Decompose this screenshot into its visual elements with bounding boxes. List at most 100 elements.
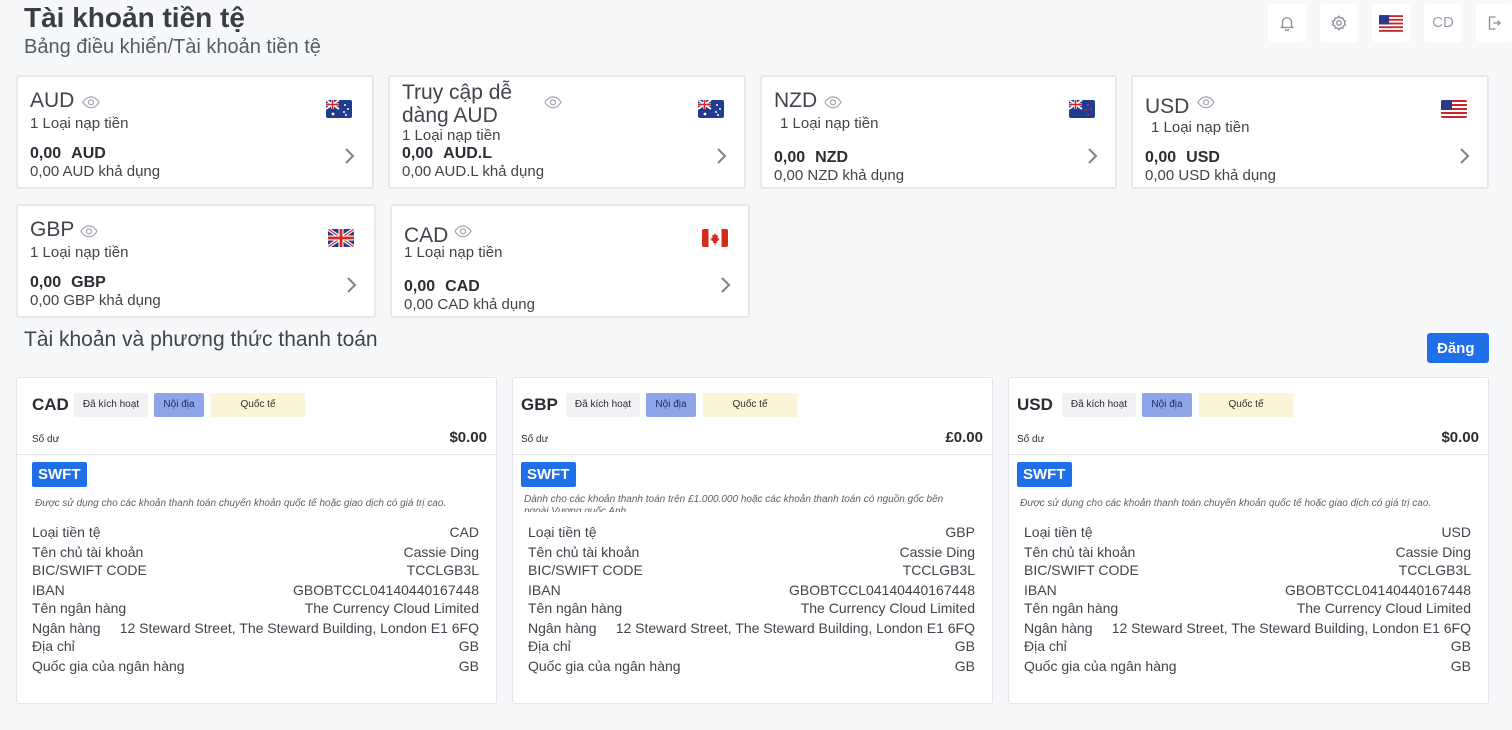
- detail-label: IBAN: [528, 582, 561, 598]
- available-balance: 0,00 USD khả dụng: [1145, 167, 1276, 184]
- top-toolbar: CD: [1268, 4, 1512, 42]
- payment-currency: USD: [1017, 395, 1053, 414]
- account-name: AUD: [30, 89, 75, 112]
- account-card-aud[interactable]: AUD 1 Loại nạp tiền 0,00 AUD 0,00 AUD khả dụ…: [16, 75, 374, 189]
- eye-icon[interactable]: [544, 96, 562, 110]
- tab-international[interactable]: Quốc tế: [1199, 393, 1293, 417]
- eye-icon[interactable]: [454, 225, 472, 239]
- detail-value: TCCLGB3L: [902, 562, 975, 578]
- swift-method-button[interactable]: SWFT: [32, 462, 87, 487]
- detail-value: Cassie Ding: [899, 544, 975, 560]
- tab-international[interactable]: Quốc tế: [703, 393, 797, 417]
- available-balance: 0,00 GBP khả dụng: [30, 292, 161, 309]
- chevron-right-icon[interactable]: [342, 147, 356, 165]
- detail-value: GB: [1450, 658, 1471, 674]
- payment-currency: GBP: [521, 395, 558, 414]
- gb-flag-icon: [328, 229, 354, 247]
- tab-international[interactable]: Quốc tế: [211, 393, 305, 417]
- tab-domestic[interactable]: Nội địa: [1142, 393, 1192, 417]
- breadcrumb[interactable]: Bảng điều khiển/Tài khoản tiền tệ: [24, 36, 321, 59]
- register-button[interactable]: Đăng: [1427, 333, 1489, 363]
- notifications-button[interactable]: [1268, 4, 1306, 42]
- chevron-right-icon[interactable]: [718, 276, 732, 294]
- account-card-aud-l[interactable]: Truy cập dễ dàng AUD 1 Loại nạp tiền 0,00 A…: [388, 75, 746, 189]
- page-title: Tài khoản tiền tệ: [24, 2, 245, 33]
- detail-row: Ngân hàng 12 Steward Street, The Steward …: [1024, 620, 1471, 638]
- chevron-right-icon[interactable]: [1457, 147, 1471, 165]
- payment-card-usd: USD Đã kích hoạt Nội địa Quốc tế Số dư $0.00 S…: [1008, 377, 1489, 704]
- detail-row: Loại tiền tệ GBP: [528, 524, 975, 542]
- detail-label: Tên ngân hàng: [1024, 600, 1119, 616]
- detail-value: 12 Steward Street, The Steward Building,…: [119, 620, 479, 636]
- swift-method-button[interactable]: SWFT: [521, 462, 576, 487]
- detail-row: IBAN GBOBTCCL04140440167448: [1024, 582, 1471, 600]
- detail-label: Tên chủ tài khoản: [528, 544, 640, 560]
- chevron-right-icon[interactable]: [714, 147, 728, 165]
- detail-label: Ngân hàng: [1024, 620, 1093, 636]
- account-balance: 0,00 GBP: [30, 274, 106, 292]
- available-balance: 0,00 AUD khả dụng: [30, 163, 161, 180]
- detail-row: IBAN GBOBTCCL04140440167448: [32, 582, 479, 600]
- detail-value: GB: [1450, 638, 1471, 654]
- avatar[interactable]: CD: [1424, 4, 1462, 42]
- balance-amount: 0,00: [30, 274, 62, 291]
- payment-card-gbp: GBP Đã kích hoạt Nội địa Quốc tế Số dư £0.00 S…: [512, 377, 993, 704]
- payment-card-cad: CAD Đã kích hoạt Nội địa Quốc tế Số dư $0.00 S…: [16, 377, 497, 704]
- detail-value: GB: [954, 638, 975, 654]
- balance-value: $0.00: [1441, 429, 1479, 446]
- detail-label: Tên chủ tài khoản: [32, 544, 144, 560]
- account-balance: 0,00 USD: [1145, 149, 1220, 167]
- logout-icon: [1488, 16, 1501, 30]
- balance-amount: 0,00: [402, 145, 434, 162]
- account-card-gbp[interactable]: GBP 1 Loại nạp tiền 0,00 GBP 0,00 GBP khả dụ…: [16, 204, 376, 318]
- swift-method-button[interactable]: SWFT: [1017, 462, 1072, 487]
- chevron-right-icon[interactable]: [344, 276, 358, 294]
- detail-row: Loại tiền tệ CAD: [32, 524, 479, 542]
- logout-button[interactable]: [1476, 4, 1512, 42]
- account-card-cad[interactable]: CAD 1 Loại nạp tiền 0,00 CAD 0,00 CAD khả dụ…: [390, 204, 750, 318]
- detail-row: Địa chỉ GB: [1024, 638, 1471, 656]
- detail-row: Quốc gia của ngân hàng GB: [1024, 658, 1471, 676]
- detail-row: BIC/SWIFT CODE TCCLGB3L: [32, 562, 479, 580]
- available-balance: 0,00 NZD khả dụng: [774, 167, 905, 184]
- balance-amount: 0,00: [1145, 149, 1177, 166]
- tab-domestic[interactable]: Nội địa: [154, 393, 204, 417]
- detail-row: Ngân hàng 12 Steward Street, The Steward …: [32, 620, 479, 638]
- detail-row: Tên chủ tài khoản Cassie Ding: [32, 544, 479, 562]
- bell-icon: [1280, 17, 1294, 32]
- detail-value: TCCLGB3L: [1398, 562, 1471, 578]
- tab-domestic[interactable]: Nội địa: [646, 393, 696, 417]
- eye-icon[interactable]: [80, 225, 98, 239]
- deposit-types: 1 Loại nạp tiền: [780, 115, 879, 132]
- balance-amount: 0,00: [404, 278, 436, 295]
- payment-card-header: USD Đã kích hoạt Nội địa Quốc tế Số dư $0.00: [1009, 378, 1488, 455]
- deposit-types: 1 Loại nạp tiền: [1151, 119, 1250, 136]
- detail-label: Ngân hàng: [528, 620, 597, 636]
- balance-amount: 0,00: [774, 149, 806, 166]
- detail-row: Ngân hàng 12 Steward Street, The Steward …: [528, 620, 975, 638]
- detail-value: The Currency Cloud Limited: [304, 600, 479, 616]
- payment-currency: CAD: [32, 395, 69, 414]
- eye-icon[interactable]: [82, 96, 100, 110]
- eye-icon[interactable]: [824, 96, 842, 110]
- account-card-nzd[interactable]: NZD 1 Loại nạp tiền 0,00 NZD 0,00 NZD khả dụ…: [760, 75, 1117, 189]
- chevron-right-icon[interactable]: [1085, 147, 1099, 165]
- available-balance: 0,00 CAD khả dụng: [404, 296, 535, 313]
- detail-value: USD: [1441, 524, 1471, 540]
- eye-icon[interactable]: [1197, 96, 1215, 110]
- balance-label: Số dư: [32, 434, 60, 445]
- detail-row: Tên chủ tài khoản Cassie Ding: [1024, 544, 1471, 562]
- detail-row: Tên ngân hàng The Currency Cloud Limited: [528, 600, 975, 618]
- detail-value: Cassie Ding: [403, 544, 479, 560]
- status-badge-active: Đã kích hoạt: [1062, 393, 1136, 417]
- payment-card-header: CAD Đã kích hoạt Nội địa Quốc tế Số dư $0.00: [17, 378, 496, 455]
- au-flag-icon: [698, 100, 724, 118]
- language-button[interactable]: [1372, 4, 1410, 42]
- settings-button[interactable]: [1320, 4, 1358, 42]
- account-card-usd[interactable]: USD 1 Loại nạp tiền 0,00 USD 0,00 USD khả dụ…: [1131, 75, 1489, 189]
- balance-value: £0.00: [945, 429, 983, 446]
- detail-row: Địa chỉ GB: [528, 638, 975, 656]
- detail-value: TCCLGB3L: [406, 562, 479, 578]
- au-flag-icon: [326, 100, 352, 118]
- method-description: Được sử dụng cho các khoản thanh toán ch…: [1020, 498, 1432, 509]
